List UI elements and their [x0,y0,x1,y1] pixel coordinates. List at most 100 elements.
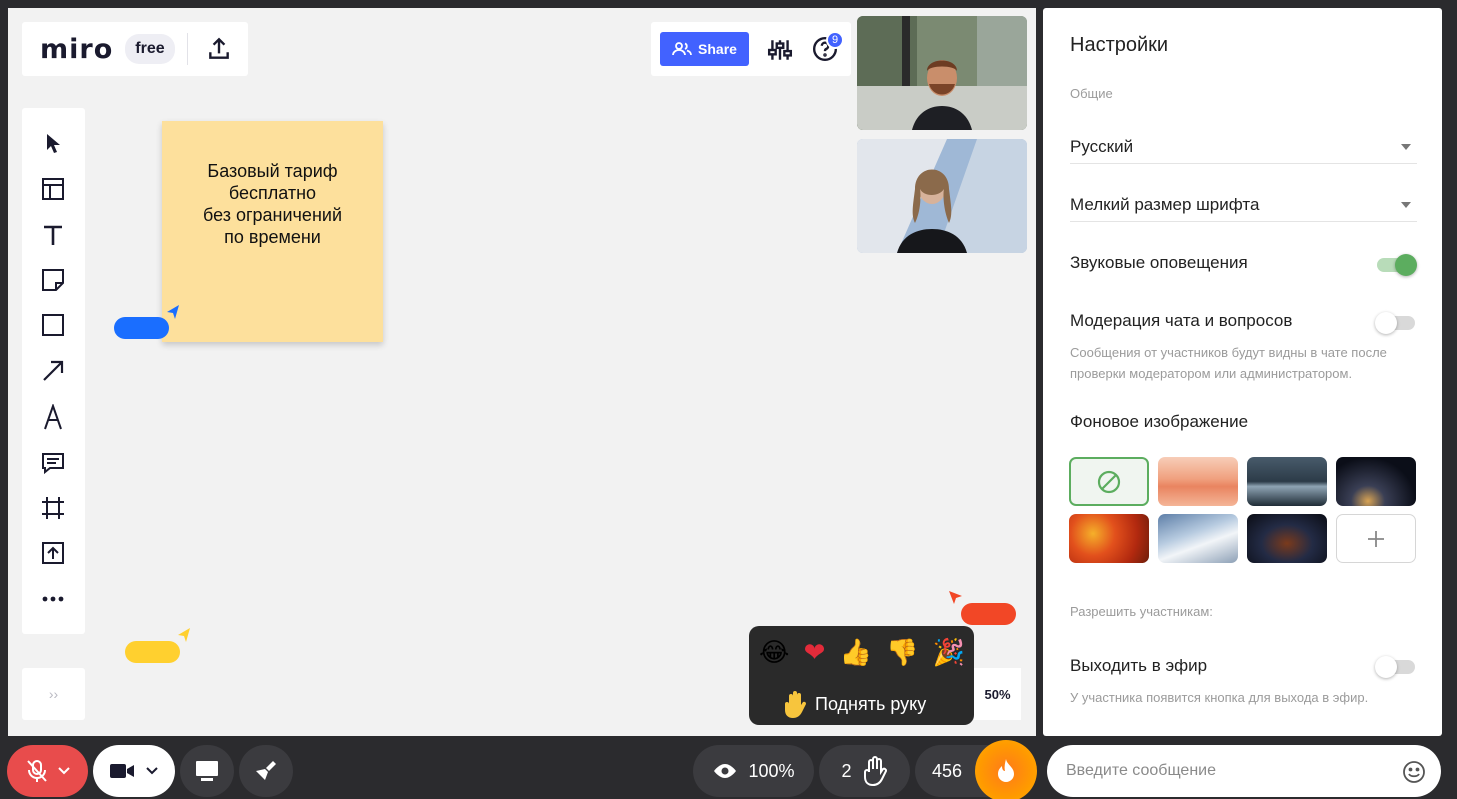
reactions-popup: 😂 ❤ 👍 👎 🎉 Поднять руку [749,626,974,725]
broadcast-label: Выходить в эфир [1070,656,1208,675]
background-option-night-earth[interactable] [1336,457,1416,506]
frame-icon[interactable] [38,493,68,523]
background-grid [1069,457,1417,563]
settings-title: Настройки [1070,34,1169,56]
background-option-dark-abstract[interactable] [1247,514,1327,563]
toggle-knob [1395,254,1417,276]
sound-toggle[interactable] [1375,253,1417,276]
broadcast-toggle[interactable] [1375,655,1417,678]
raise-hand-label: Поднять руку [815,693,927,714]
chevron-down-icon [1401,201,1411,208]
broom-icon [256,761,276,780]
upload-icon[interactable] [38,538,68,568]
mic-off-icon [26,760,47,782]
tool-panel [22,108,85,634]
thumbs-down-emoji[interactable]: 👎 [886,638,918,668]
toggle-knob [1375,312,1397,334]
templates-icon[interactable] [38,174,68,204]
comment-icon[interactable] [38,448,68,478]
toggle-knob [1375,656,1397,678]
collaborator-cursor-yellow [125,641,180,663]
fire-icon [998,759,1014,782]
hand-icon [863,756,887,786]
chevron-down-icon [57,767,70,775]
fire-reaction-button[interactable] [975,740,1037,799]
share-button[interactable]: Share [660,32,749,66]
share-label: Share [698,41,737,57]
chevron-down-icon [1401,143,1411,150]
arrow-icon[interactable] [38,356,68,386]
export-icon[interactable] [206,36,232,62]
emoji-picker-icon[interactable] [1402,760,1426,784]
heart-emoji[interactable]: ❤ [804,638,826,668]
party-emoji[interactable]: 🎉 [933,638,965,668]
top-right-actions: Share 9 [651,22,851,76]
sticky-note-icon[interactable] [38,265,68,295]
mic-button[interactable] [7,745,88,797]
pen-icon[interactable] [38,402,68,432]
clear-button[interactable] [239,745,293,797]
cursor-icon[interactable] [38,128,68,158]
logo-bar: miro free [22,22,248,76]
divider [186,33,188,65]
participant-video[interactable] [857,16,1027,130]
cursor-arrow-icon [178,628,190,642]
shape-icon[interactable] [38,310,68,340]
sound-label: Звуковые оповещения [1070,253,1248,272]
collaborator-cursor-red [961,603,1016,625]
background-option-lake[interactable] [1247,457,1327,506]
sticky-note[interactable]: Базовый тариф бесплатно без ограничений … [162,121,383,342]
raise-hand-button[interactable]: Поднять руку [783,690,926,718]
camera-icon [110,764,134,778]
settings-panel: Настройки Общие Русский Мелкий размер шр… [1043,8,1442,736]
views-counter: 100% [693,745,814,797]
collaborator-cursor-blue [114,317,169,339]
background-option-autumn-leaves[interactable] [1069,514,1149,563]
miro-logo: miro [40,33,114,65]
eye-icon [714,764,737,778]
screen-share-button[interactable] [180,745,234,797]
language-value: Русский [1070,136,1134,156]
allow-section-label: Разрешить участникам: [1070,604,1213,619]
no-background-icon [1097,470,1121,493]
background-label: Фоновое изображение [1070,412,1249,431]
monitor-icon [196,761,218,781]
cursor-arrow-icon [949,591,962,604]
raised-hand-icon [785,691,807,718]
participants-value: 456 [932,760,963,781]
views-value: 100% [748,760,795,781]
broadcast-hint: У участника появится кнопка для выхода в… [1070,690,1369,705]
laugh-emoji[interactable]: 😂 [759,638,789,668]
raised-hands-value: 2 [841,760,852,781]
moderation-toggle[interactable] [1375,311,1417,334]
participant-video[interactable] [857,139,1027,253]
plan-badge[interactable]: free [125,34,175,64]
general-section-label: Общие [1070,86,1113,101]
background-option-desert[interactable] [1158,457,1238,506]
users-icon [672,42,692,56]
moderation-label: Модерация чата и вопросов [1070,311,1293,330]
font-size-value: Мелкий размер шрифта [1070,194,1260,214]
board-canvas[interactable]: miro free Share 9 ›› Базовый тариф беспл… [8,8,1036,736]
add-background-button[interactable] [1336,514,1416,563]
cursor-arrow-icon [167,305,179,319]
background-option-none[interactable] [1069,457,1149,506]
message-input[interactable] [1047,745,1441,797]
moderation-hint: Сообщения от участников будут видны в ча… [1070,345,1387,381]
emoji-row: 😂 ❤ 👍 👎 🎉 [759,638,965,668]
language-select[interactable]: Русский [1070,130,1417,164]
text-icon[interactable] [38,220,68,250]
expand-toolbar-button[interactable]: ›› [22,668,85,720]
background-option-snow-mountains[interactable] [1158,514,1238,563]
camera-button[interactable] [93,745,175,797]
help-badge: 9 [826,31,844,49]
sticky-note-text: Базовый тариф бесплатно без ограничений … [202,160,342,247]
sliders-icon[interactable] [767,38,793,62]
raised-hands-counter[interactable]: 2 [819,745,910,797]
chevron-down-icon [146,767,158,775]
zoom-level[interactable]: 50% [974,668,1021,720]
thumbs-up-emoji[interactable]: 👍 [840,638,872,668]
more-icon[interactable] [38,584,68,614]
plus-icon [1368,530,1384,547]
font-size-select[interactable]: Мелкий размер шрифта [1070,188,1417,222]
